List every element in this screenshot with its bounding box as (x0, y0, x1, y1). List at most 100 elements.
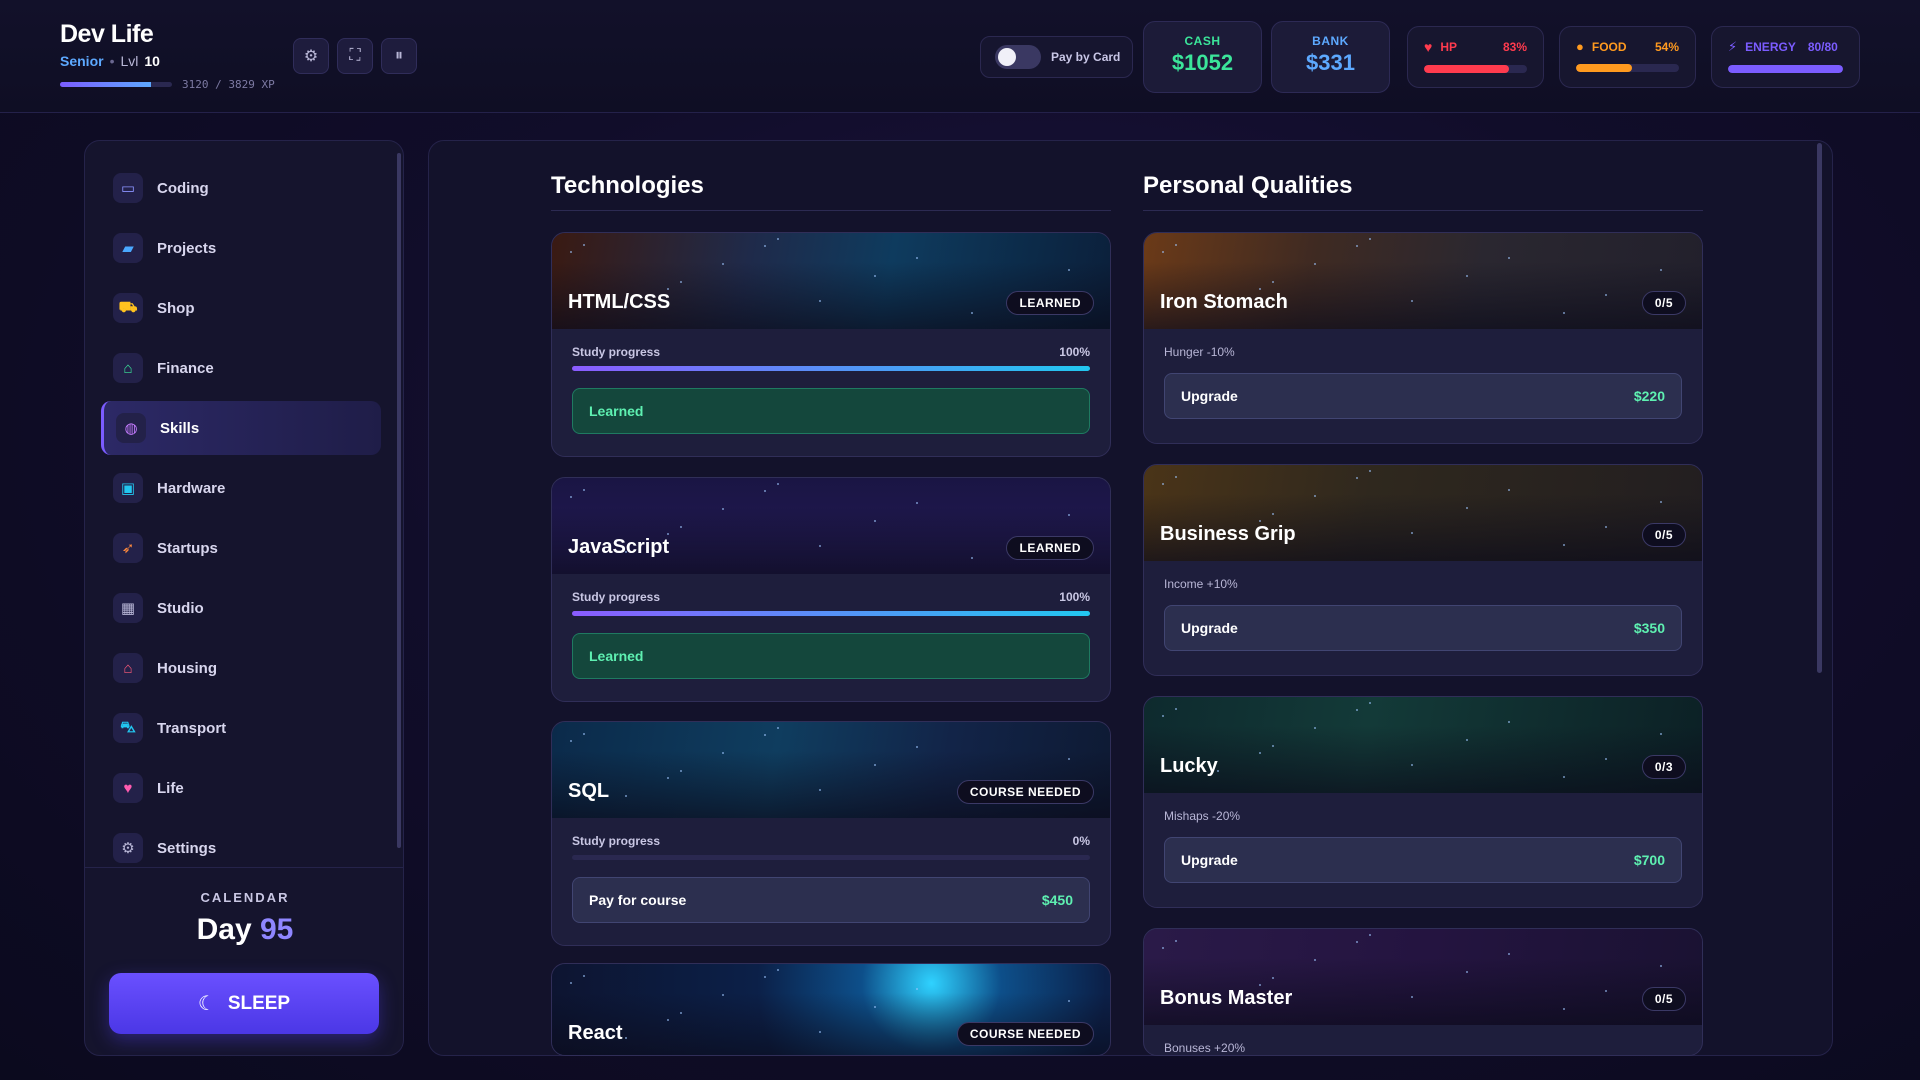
upgrade-label: Upgrade (1181, 620, 1238, 636)
banner-sparkle (1605, 990, 1607, 992)
banner-sparkle (1411, 996, 1413, 998)
progress-value: 0% (1072, 834, 1090, 848)
sidebar-item-studio[interactable]: ▦ Studio (101, 581, 381, 635)
sidebar-item-startups[interactable]: ➶ Startups (101, 521, 381, 575)
building-icon: ▦ (113, 593, 143, 623)
sidebar-item-label: Settings (157, 839, 217, 857)
hp-value: 83% (1502, 40, 1527, 54)
sidebar-item-hardware[interactable]: ▣ Hardware (101, 461, 381, 515)
banner-sparkle (874, 1006, 876, 1008)
banner-sparkle (971, 312, 973, 314)
upgrade-button[interactable]: Upgrade $700 (1164, 837, 1682, 883)
card-banner: Iron Stomach 0/5 (1144, 233, 1702, 329)
chip-icon: ▣ (113, 473, 143, 503)
upgrade-price: $220 (1633, 388, 1665, 404)
brain-icon: ◍ (116, 413, 146, 443)
pause-icon: ⏸ (394, 47, 403, 64)
progress-label: Study progress (572, 345, 661, 359)
rank-label: Senior (60, 53, 104, 69)
banner-sparkle (1605, 294, 1607, 296)
sidebar-item-projects[interactable]: ▰ Projects (101, 221, 381, 275)
energy-value: 80/80 (1807, 40, 1838, 54)
sidebar-item-shop[interactable]: ⛟ Shop (101, 281, 381, 335)
tech-card-htmlcss: HTML/CSS LEARNED Study progress 100% Learned (551, 232, 1111, 457)
main-scrollbar[interactable] (1817, 143, 1822, 673)
upgrade-label: Upgrade (1181, 388, 1238, 404)
heart-icon: ♥ (113, 773, 143, 803)
banner-sparkle (1068, 269, 1070, 271)
banner-sparkle (570, 740, 572, 742)
upgrade-button[interactable]: Upgrade $220 (1164, 373, 1682, 419)
qualities-heading: Personal Qualities (1143, 172, 1353, 199)
bolt-icon: ⚡ (1728, 39, 1738, 54)
pay-course-button[interactable]: Pay for course $450 (572, 877, 1090, 923)
upgrade-button[interactable]: Upgrade $350 (1164, 605, 1682, 651)
effect-text: Bonuses +20% (1164, 1041, 1246, 1055)
sidebar-item-transport[interactable]: ⛍ Transport (101, 701, 381, 755)
banner-sparkle (764, 976, 766, 978)
banner-sparkle (819, 300, 821, 302)
quality-card-lucky: Lucky 0/3 Mishaps -20% Upgrade $700 (1143, 696, 1703, 908)
day-number: 95 (260, 913, 294, 946)
sidebar-scrollbar[interactable] (397, 153, 401, 848)
tech-card-react: React COURSE NEEDED (551, 963, 1111, 1056)
sidebar-item-skills[interactable]: ◍ Skills (101, 401, 381, 455)
banner-sparkle (1563, 776, 1565, 778)
quality-card-bonus-master: Bonus Master 0/5 Bonuses +20% (1143, 928, 1703, 1056)
banner-sparkle (764, 490, 766, 492)
brand: Dev Life Senior • Lvl 10 (60, 20, 160, 69)
tech-name: HTML/CSS (568, 291, 671, 313)
settings-button[interactable]: ⚙ (293, 38, 329, 74)
banner-sparkle (1466, 507, 1468, 509)
sidebar-item-life[interactable]: ♥ Life (101, 761, 381, 815)
sidebar-item-label: Life (157, 779, 184, 797)
hp-label: HP (1440, 40, 1457, 54)
house-icon: ⌂ (113, 653, 143, 683)
toggle-switch[interactable] (995, 45, 1041, 69)
xp-bar-fill (60, 82, 151, 87)
sidebar-item-finance[interactable]: ⌂ Finance (101, 341, 381, 395)
banner-sparkle (667, 533, 669, 535)
hp-bar (1424, 65, 1527, 73)
sidebar: ▭ Coding ▰ Projects ⛟ Shop ⌂ Finance ◍ Skills ▣ Har… (84, 140, 404, 1056)
progress-label: Study progress (572, 590, 661, 604)
pay-by-card-toggle[interactable]: Pay by Card (980, 36, 1133, 78)
banner-sparkle (1259, 984, 1261, 986)
banner-sparkle (722, 994, 724, 996)
fullscreen-button[interactable]: ⛶ (337, 38, 373, 74)
banner-sparkle (1660, 965, 1662, 967)
banner-sparkle (680, 1012, 682, 1014)
sidebar-item-housing[interactable]: ⌂ Housing (101, 641, 381, 695)
banner-sparkle (583, 733, 585, 735)
banner-sparkle (1466, 971, 1468, 973)
card-banner: Lucky 0/3 (1144, 697, 1702, 793)
banner-sparkle (916, 257, 918, 259)
banner-sparkle (1175, 940, 1177, 942)
banner-sparkle (1162, 715, 1164, 717)
status-badge: LEARNED (1006, 291, 1094, 315)
quality-card-iron-stomach: Iron Stomach 0/5 Hunger -10% Upgrade $220 (1143, 232, 1703, 444)
sidebar-item-coding[interactable]: ▭ Coding (101, 161, 381, 215)
sidebar-item-label: Skills (160, 419, 200, 437)
banner-sparkle (764, 245, 766, 247)
banner-sparkle (916, 502, 918, 504)
banner-sparkle (1272, 281, 1274, 283)
status-badge: COURSE NEEDED (956, 780, 1094, 804)
banner-sparkle (1314, 263, 1316, 265)
sidebar-item-label: Transport (157, 719, 227, 737)
pause-button[interactable]: ⏸ (381, 38, 417, 74)
banner-sparkle (1259, 752, 1261, 754)
banner-sparkle (1162, 947, 1164, 949)
banner-sparkle (680, 526, 682, 528)
banner-sparkle (971, 557, 973, 559)
sleep-button[interactable]: ☾ SLEEP (109, 973, 379, 1034)
banner-sparkle (625, 795, 627, 797)
gear-icon: ⚙ (303, 48, 319, 65)
energy-bar (1728, 65, 1843, 73)
cash-display: CASH $1052 (1143, 21, 1262, 93)
progress-line: Study progress 100% (572, 590, 1090, 604)
banner-sparkle (583, 244, 585, 246)
cash-value: $1052 (1171, 50, 1234, 75)
upgrade-price: $350 (1633, 620, 1665, 636)
sidebar-item-label: Finance (157, 359, 214, 377)
